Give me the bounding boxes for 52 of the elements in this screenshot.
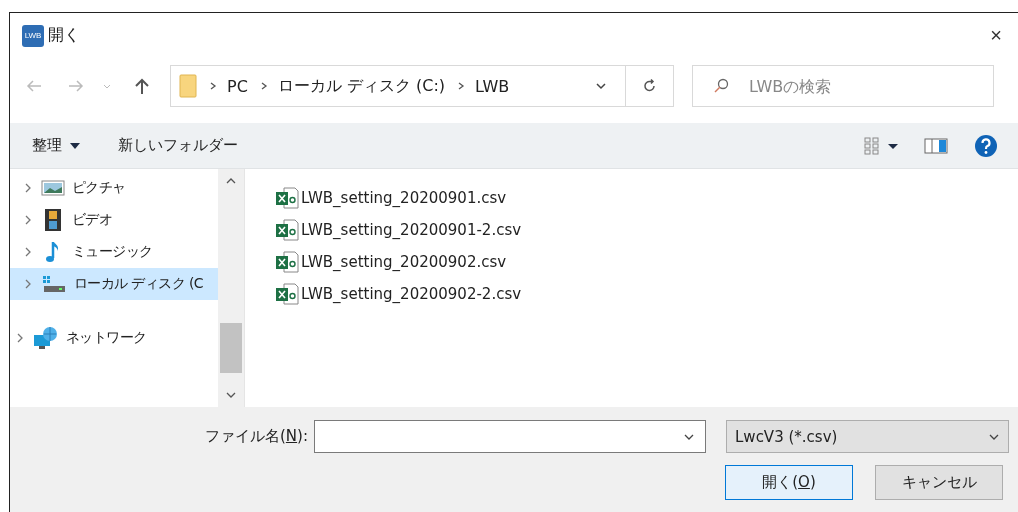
navigation-item[interactable]: ピクチャ xyxy=(10,172,218,204)
expand-chevron-icon[interactable] xyxy=(16,332,24,344)
folder-icon xyxy=(179,74,197,98)
chevron-right-icon xyxy=(259,81,268,91)
spreadsheet-file-icon xyxy=(275,283,299,305)
chevron-down-icon[interactable] xyxy=(595,80,607,92)
navigation-item[interactable]: ビデオ xyxy=(10,204,218,236)
file-name-field[interactable] xyxy=(314,420,706,453)
search-input[interactable]: LWBの検索 xyxy=(747,75,971,97)
expand-chevron-icon[interactable] xyxy=(24,246,32,258)
file-name-label: ファイル名(N): xyxy=(205,427,308,446)
pictures-icon xyxy=(41,179,65,197)
close-button[interactable]: × xyxy=(976,24,1016,47)
preview-pane-icon xyxy=(924,136,948,155)
help-icon xyxy=(974,133,998,158)
refresh-icon xyxy=(641,78,658,94)
expand-chevron-icon[interactable] xyxy=(24,278,32,290)
spreadsheet-file-icon xyxy=(275,219,299,241)
chevron-right-icon xyxy=(457,81,466,91)
file-type-dropdown[interactable]: LwcV3 (*.csv) xyxy=(726,420,1009,453)
chevron-right-icon xyxy=(209,81,217,91)
file-item[interactable]: LWB_setting_20200901.csv xyxy=(275,182,507,214)
scroll-down-icon[interactable] xyxy=(226,391,236,399)
window-title: 開く xyxy=(48,25,80,46)
drive-icon xyxy=(41,274,67,294)
open-button[interactable]: 開く(O) xyxy=(725,465,853,500)
navigation-item[interactable]: ネットワーク xyxy=(10,322,218,354)
scrollbar-thumb[interactable] xyxy=(220,323,242,373)
navigation-item[interactable]: ローカル ディスク (C xyxy=(10,268,218,300)
spreadsheet-file-icon xyxy=(275,251,299,273)
scroll-up-icon[interactable] xyxy=(226,177,236,185)
spreadsheet-file-icon xyxy=(275,187,299,209)
search-icon xyxy=(713,78,729,94)
caret-icon xyxy=(70,142,80,149)
file-item[interactable]: LWB_setting_20200902-2.csv xyxy=(275,278,522,310)
breadcrumb-item[interactable]: LWB xyxy=(475,76,510,96)
file-item[interactable]: LWB_setting_20200902.csv xyxy=(275,246,507,278)
navigation-item[interactable]: ミュージック xyxy=(10,236,218,268)
organize-button[interactable]: 整理 xyxy=(26,132,86,159)
file-item[interactable]: LWB_setting_20200901-2.csv xyxy=(275,214,522,246)
expand-chevron-icon[interactable] xyxy=(24,214,32,226)
network-icon xyxy=(33,326,59,350)
app-icon: LWB xyxy=(22,24,44,47)
expand-chevron-icon[interactable] xyxy=(24,182,32,194)
breadcrumb-item[interactable]: ローカル ディスク (C:) xyxy=(277,75,446,97)
view-options-icon xyxy=(864,135,898,156)
breadcrumb-item[interactable]: PC xyxy=(227,76,248,96)
cancel-button[interactable]: キャンセル xyxy=(875,465,1003,500)
search-field[interactable]: LWBの検索 xyxy=(692,65,994,107)
new-folder-button[interactable]: 新しいフォルダー xyxy=(112,132,244,159)
address-bar[interactable]: PC ローカル ディスク (C:) LWB xyxy=(170,65,674,107)
scrollbar[interactable] xyxy=(218,169,244,407)
